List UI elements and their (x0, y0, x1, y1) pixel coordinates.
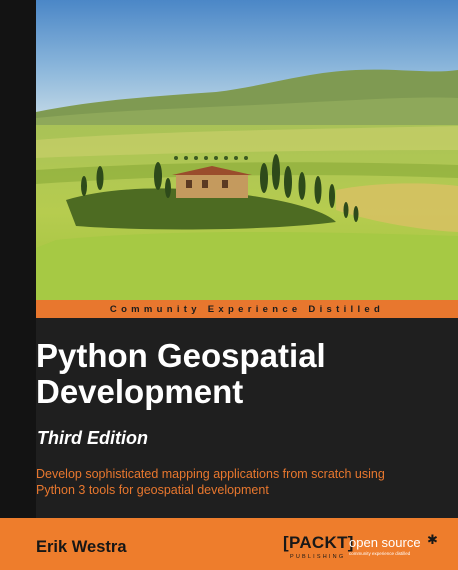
book-cover: Community Experience Distilled Python Ge… (0, 0, 458, 570)
author-name: Erik Westra (36, 538, 127, 556)
star-icon: ✱ (427, 532, 438, 547)
publishing-label: PUBLISHING (290, 554, 346, 560)
tagline: Community Experience Distilled (109, 303, 385, 315)
book-title: Python Geospatial Development (36, 338, 326, 410)
cover-spine (0, 0, 36, 570)
title-line-1: Python Geospatial (36, 337, 326, 374)
subtitle: Develop sophisticated mapping applicatio… (36, 466, 446, 498)
edition-label: Third Edition (37, 428, 148, 448)
publisher-logo: [PACKT] PUBLISHING open source ✱ communi… (283, 532, 453, 564)
open-source-tagline: community experience distilled (349, 551, 411, 556)
title-line-2: Development (36, 373, 244, 410)
subtitle-line-1: Develop sophisticated mapping applicatio… (36, 467, 385, 481)
tagline-bar: Community Experience Distilled (36, 300, 458, 318)
packt-logo-text: [PACKT] (283, 533, 354, 552)
subtitle-line-2: Python 3 tools for geospatial developmen… (36, 483, 269, 497)
landscape-photo (36, 0, 458, 300)
open-source-label: open source (349, 535, 421, 550)
packt-name: PACKT (288, 533, 348, 552)
